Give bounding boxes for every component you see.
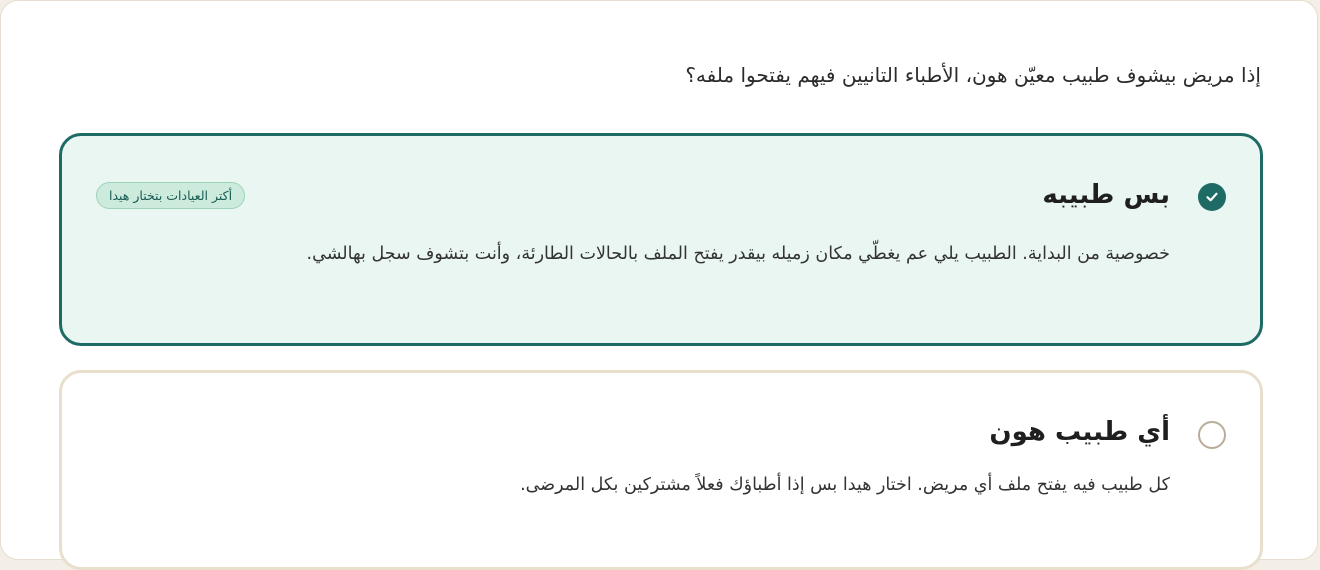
option-description: خصوصية من البداية. الطبيب يلي عم يغطّي م…	[306, 244, 1170, 264]
radio-unselected[interactable]	[1198, 421, 1226, 449]
check-icon	[1206, 192, 1218, 202]
option-title: بس طبيبه	[1042, 180, 1170, 210]
question-text: إذا مريض بيشوف طبيب معيّن هون، الأطباء ا…	[685, 63, 1261, 87]
option-description: كل طبيب فيه يفتح ملف أي مريض. اختار هيدا…	[520, 475, 1170, 495]
option-title: أي طبيب هون	[989, 417, 1170, 447]
option-any-doctor[interactable]: أي طبيب هون كل طبيب فيه يفتح ملف أي مريض…	[59, 370, 1263, 570]
recommended-badge: أكتر العيادات بتختار هيدا	[96, 182, 246, 209]
settings-panel: إذا مريض بيشوف طبيب معيّن هون، الأطباء ا…	[0, 0, 1318, 570]
option-own-doctor[interactable]: بس طبيبه أكتر العيادات بتختار هيدا خصوصي…	[59, 133, 1263, 346]
radio-selected[interactable]	[1198, 183, 1226, 211]
